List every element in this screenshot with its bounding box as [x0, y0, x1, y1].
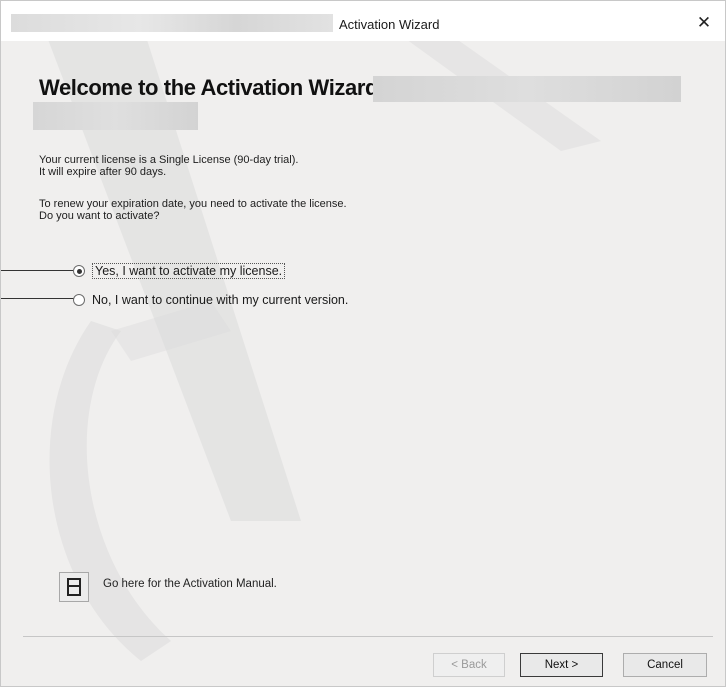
- expiry-text: It will expire after 90 days.: [39, 166, 167, 178]
- window-title: Activation Wizard: [339, 17, 440, 32]
- back-button[interactable]: < Back: [433, 653, 505, 677]
- redacted-product-name-continued: [33, 102, 198, 130]
- activate-question: Do you want to activate?: [39, 210, 160, 222]
- title-bar: Activation Wizard ✕: [1, 1, 725, 41]
- redacted-product-name: [373, 76, 681, 102]
- redacted-app-name: [11, 14, 333, 32]
- activation-prompt: To renew your expiration date, you need …: [39, 198, 347, 222]
- radio-selected-dot: [76, 268, 82, 274]
- option-continue[interactable]: No, I want to continue with my current v…: [73, 291, 348, 309]
- footer-divider: [23, 636, 713, 637]
- radio-activate[interactable]: [73, 265, 85, 277]
- callout-line-yes: [1, 270, 74, 271]
- option-activate-label: Yes, I want to activate my license.: [92, 263, 286, 279]
- radio-continue[interactable]: [73, 294, 85, 306]
- option-continue-label: No, I want to continue with my current v…: [92, 293, 349, 307]
- close-button[interactable]: ✕: [689, 9, 719, 37]
- license-type-text: Your current license is a Single License…: [39, 154, 299, 166]
- next-button[interactable]: Next >: [520, 653, 603, 677]
- activation-manual-link[interactable]: Go here for the Activation Manual.: [103, 578, 277, 590]
- page-title: Welcome to the Activation Wizard for: [39, 75, 412, 100]
- document-icon: [67, 578, 81, 596]
- cancel-button[interactable]: Cancel: [623, 653, 707, 677]
- close-icon: ✕: [696, 13, 712, 32]
- activation-manual-button[interactable]: [59, 572, 89, 602]
- renew-text: To renew your expiration date, you need …: [39, 198, 347, 210]
- option-activate[interactable]: Yes, I want to activate my license.: [73, 262, 286, 280]
- license-info: Your current license is a Single License…: [39, 154, 298, 178]
- activation-wizard-window: Activation Wizard ✕ Welcome to the Activ…: [0, 0, 726, 687]
- callout-line-no: [1, 298, 74, 299]
